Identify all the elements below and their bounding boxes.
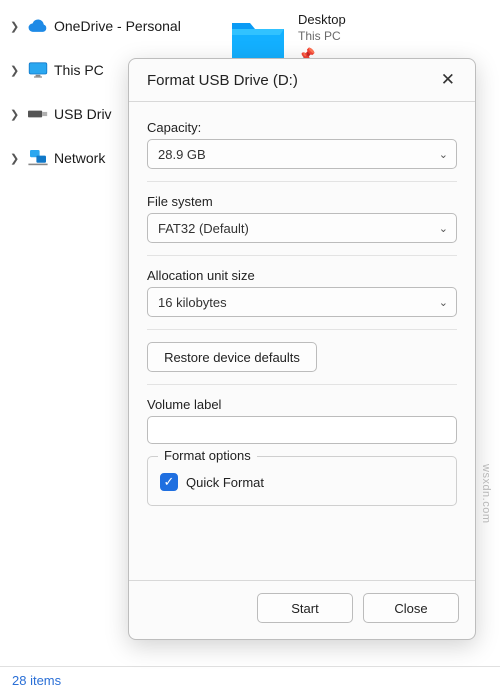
format-options-group: Format options ✓ Quick Format xyxy=(147,456,457,506)
status-bar: 28 items xyxy=(0,666,500,694)
status-item-count: 28 items xyxy=(12,673,61,688)
dialog-footer: Start Close xyxy=(129,581,475,639)
folder-icon xyxy=(230,17,286,61)
filesystem-select[interactable]: FAT32 (Default) ⌄ xyxy=(147,213,457,243)
filesystem-label: File system xyxy=(147,194,457,209)
close-dialog-button[interactable]: Close xyxy=(363,593,459,623)
restore-defaults-button[interactable]: Restore device defaults xyxy=(147,342,317,372)
chevron-right-icon: ❯ xyxy=(10,20,22,33)
capacity-select[interactable]: 28.9 GB ⌄ xyxy=(147,139,457,169)
folder-name: Desktop xyxy=(298,12,346,29)
monitor-icon xyxy=(28,60,48,80)
nav-item-label: OneDrive - Personal xyxy=(54,18,181,34)
volume-label-input[interactable] xyxy=(147,416,457,444)
chevron-down-icon: ⌄ xyxy=(439,222,448,235)
nav-item-onedrive[interactable]: ❯ OneDrive - Personal xyxy=(6,8,216,44)
chevron-down-icon: ⌄ xyxy=(439,296,448,309)
quick-format-checkbox[interactable]: ✓ xyxy=(160,473,178,491)
format-options-legend: Format options xyxy=(158,448,257,463)
dialog-titlebar: Format USB Drive (D:) ✕ xyxy=(129,59,475,101)
allocation-select[interactable]: 16 kilobytes ⌄ xyxy=(147,287,457,317)
quick-format-row[interactable]: ✓ Quick Format xyxy=(160,473,444,491)
allocation-value: 16 kilobytes xyxy=(158,295,227,310)
divider xyxy=(147,329,457,330)
chevron-down-icon: ⌄ xyxy=(439,148,448,161)
network-icon xyxy=(28,148,48,168)
close-button[interactable]: ✕ xyxy=(433,66,463,94)
divider xyxy=(147,255,457,256)
chevron-right-icon: ❯ xyxy=(10,108,22,121)
check-icon: ✓ xyxy=(164,474,175,490)
quick-format-label: Quick Format xyxy=(186,475,264,490)
chevron-right-icon: ❯ xyxy=(10,152,22,165)
start-button[interactable]: Start xyxy=(257,593,353,623)
nav-item-label: Network xyxy=(54,150,105,166)
dialog-body: Capacity: 28.9 GB ⌄ File system FAT32 (D… xyxy=(129,102,475,580)
filesystem-value: FAT32 (Default) xyxy=(158,221,249,236)
allocation-label: Allocation unit size xyxy=(147,268,457,283)
usb-drive-icon xyxy=(28,104,48,124)
volume-label-label: Volume label xyxy=(147,397,457,412)
divider xyxy=(147,181,457,182)
nav-item-label: USB Driv xyxy=(54,106,112,122)
dialog-title: Format USB Drive (D:) xyxy=(147,72,298,89)
capacity-label: Capacity: xyxy=(147,120,457,135)
close-icon: ✕ xyxy=(441,70,455,89)
folder-location: This PC xyxy=(298,29,346,45)
divider xyxy=(147,384,457,385)
format-dialog: Format USB Drive (D:) ✕ Capacity: 28.9 G… xyxy=(128,58,476,640)
capacity-value: 28.9 GB xyxy=(158,147,206,162)
cloud-icon xyxy=(28,16,48,36)
watermark: wsxdn.com xyxy=(480,464,492,524)
nav-item-label: This PC xyxy=(54,62,104,78)
chevron-right-icon: ❯ xyxy=(10,64,22,77)
